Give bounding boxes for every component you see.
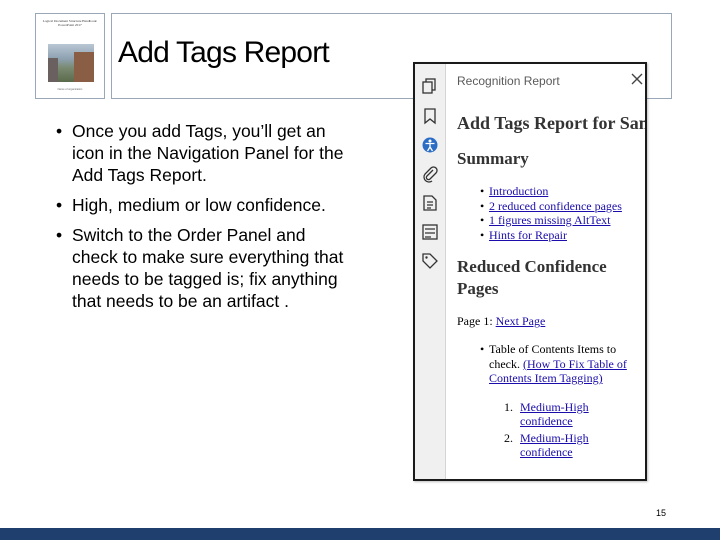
pages-icon[interactable] xyxy=(420,76,440,96)
bullet-item: High, medium or low confidence. xyxy=(56,194,346,216)
thumbnail-title: Logical Document Structure Handbook: Pow… xyxy=(42,19,98,27)
summary-link-item: 1 figures missing AltText xyxy=(480,213,645,228)
reduced-confidence-link[interactable]: 2 reduced confidence pages xyxy=(489,199,622,213)
summary-link-item: Introduction xyxy=(480,184,645,199)
panel-header: Recognition Report xyxy=(457,74,560,88)
confidence-link[interactable]: Medium-High confidence xyxy=(520,400,589,429)
recognition-report-panel: Recognition Report Add Tags Report for S… xyxy=(413,62,647,481)
confidence-link[interactable]: Medium-High confidence xyxy=(520,431,589,460)
summary-link-item: 2 reduced confidence pages xyxy=(480,199,645,214)
document-thumbnail: Logical Document Structure Handbook: Pow… xyxy=(35,13,105,99)
summary-link-item: Hints for Repair xyxy=(480,228,645,243)
bullet-item: Switch to the Order Panel and check to m… xyxy=(56,224,346,312)
summary-links: Introduction 2 reduced confidence pages … xyxy=(457,184,645,243)
bullet-item: Once you add Tags, you’ll get an icon in… xyxy=(56,120,346,186)
toc-check-item: Table of Contents Items to check. (How T… xyxy=(480,342,645,386)
content-icon[interactable] xyxy=(420,193,440,213)
confidence-item: 1. Medium-High confidence xyxy=(504,400,620,429)
footer-bar xyxy=(0,528,720,540)
order-icon[interactable] xyxy=(420,222,440,242)
navigation-rail xyxy=(415,64,446,479)
report-title: Add Tags Report for SampleWordDocument xyxy=(457,113,645,133)
item-number: 1. xyxy=(504,399,513,414)
close-icon[interactable] xyxy=(629,71,645,87)
thumbnail-photo xyxy=(48,44,94,82)
tags-icon[interactable] xyxy=(420,251,440,271)
bullet-list: Once you add Tags, you’ll get an icon in… xyxy=(56,120,346,320)
hints-for-repair-link[interactable]: Hints for Repair xyxy=(489,228,567,242)
slide-number: 15 xyxy=(656,508,667,518)
thumbnail-footer: Name of organization xyxy=(57,88,83,91)
reduced-confidence-heading: Reduced Confidence Pages xyxy=(457,257,607,298)
attachment-icon[interactable] xyxy=(420,164,440,184)
page-line: Page 1: Next Page xyxy=(457,314,645,328)
report-content: Add Tags Report for SampleWordDocument S… xyxy=(457,98,645,460)
slide-title: Add Tags Report xyxy=(118,36,330,69)
confidence-item: 2. Medium-High confidence xyxy=(504,431,620,460)
introduction-link[interactable]: Introduction xyxy=(489,184,548,198)
item-number: 2. xyxy=(504,430,513,445)
bookmark-icon[interactable] xyxy=(420,106,440,126)
next-page-link[interactable]: Next Page xyxy=(496,314,546,328)
summary-heading: Summary xyxy=(457,149,529,168)
page-label: Page 1: xyxy=(457,314,493,328)
accessibility-report-icon[interactable] xyxy=(420,135,440,155)
missing-alttext-link[interactable]: 1 figures missing AltText xyxy=(489,213,611,227)
